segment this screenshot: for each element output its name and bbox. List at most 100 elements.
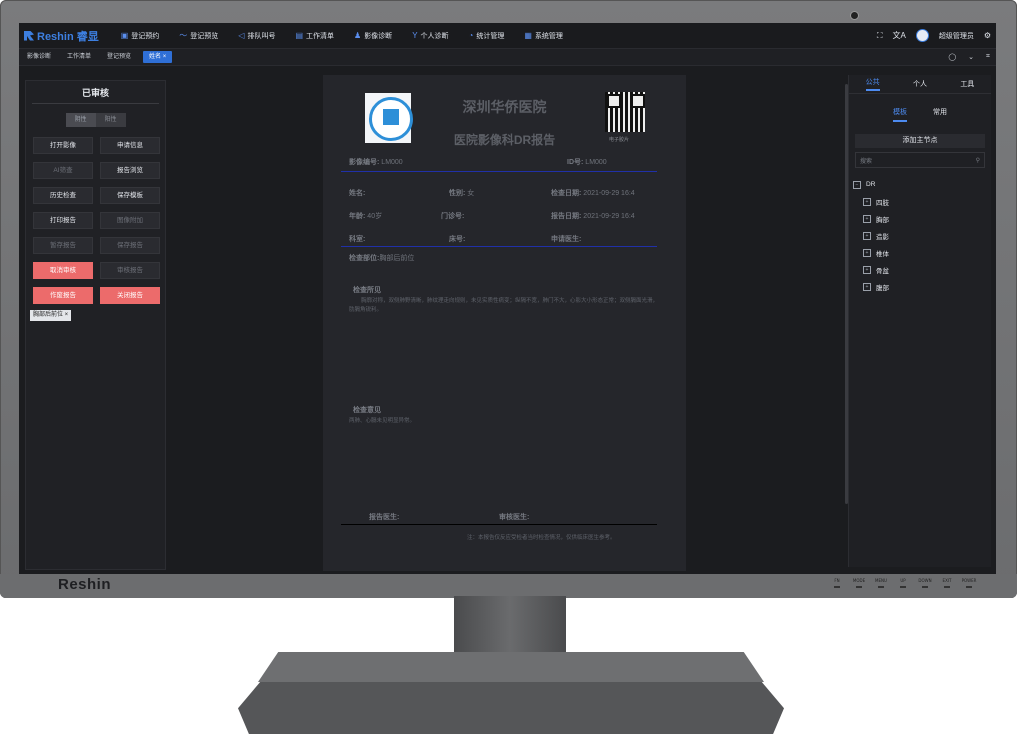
collapse-icon[interactable]: − (853, 180, 861, 189)
calendar-icon: ▣ (120, 31, 129, 40)
attach-image-button[interactable]: 图像附加 (100, 212, 160, 229)
user-name[interactable]: 超级管理员 (939, 31, 974, 41)
hw-button[interactable]: FN (826, 578, 848, 588)
tree-node-dr[interactable]: − DR (853, 176, 991, 193)
tree-node[interactable]: + 腹部 (863, 278, 991, 295)
expand-icon[interactable]: + (863, 214, 871, 223)
hw-button[interactable]: MENU (870, 578, 892, 588)
id-value: LM000 (585, 159, 607, 166)
tree-node-label: DR (866, 181, 876, 188)
header-tools: ⛶ 文A 超级管理员 ⚙ (877, 23, 991, 48)
expand-icon[interactable]: + (863, 197, 871, 206)
template-search[interactable]: 搜索 ⚲ (855, 152, 985, 168)
tree-node[interactable]: + 胸部 (863, 210, 991, 227)
tab-tools[interactable]: 工具 (960, 79, 974, 89)
nav-label: 工作清单 (306, 32, 335, 40)
search-input[interactable]: 搜索 (860, 156, 872, 165)
nav-item-stats[interactable]: ◔ 统计管理 (459, 23, 515, 48)
nav-item-diagnosis[interactable]: ♟ 影像诊断 (344, 23, 402, 48)
report-browse-button[interactable]: 报告浏览 (100, 162, 160, 179)
settings-icon: ▦ (524, 31, 532, 40)
tree-node[interactable]: + 骨盆 (863, 261, 991, 278)
save-template-button[interactable]: 保存模板 (100, 187, 160, 204)
nav-item-personal[interactable]: Y 个人诊断 (402, 23, 458, 48)
void-report-button[interactable]: 作废报告 (33, 287, 93, 304)
name-label: 姓名: (349, 190, 366, 197)
hw-button[interactable]: POWER (958, 578, 980, 588)
review-report-button[interactable]: 审核报告 (100, 262, 160, 279)
tree-node[interactable]: + 造影 (863, 227, 991, 244)
hw-button[interactable]: MODE (848, 578, 870, 588)
refresh-icon[interactable]: ◯ (948, 53, 956, 61)
nav-item-register[interactable]: ▣ 登记预约 (111, 23, 170, 48)
print-report-button[interactable]: 打印报告 (33, 212, 93, 229)
language-icon[interactable]: 文A (892, 30, 905, 41)
app-logo[interactable]: Reshin 睿显 (24, 28, 99, 44)
toggle-positive[interactable]: 阳性 (95, 113, 126, 127)
expand-icon[interactable]: ⌗ (986, 53, 990, 61)
nav-label: 统计管理 (476, 32, 505, 40)
exam-part-value: 胸部后前位 (379, 255, 415, 262)
report-date-label: 报告日期: (551, 213, 582, 220)
cancel-review-button[interactable]: 取消审核 (33, 262, 93, 279)
right-panel: 公共 个人 工具 模板 常用 添加主节点 搜索 ⚲ − DR + 四肢 + 胸部 + 造… (848, 75, 991, 567)
expand-icon[interactable]: + (863, 282, 871, 291)
report-title: 医院影像科DR报告 (453, 133, 556, 147)
nav-label: 登记预约 (131, 32, 160, 40)
tab-active-patient[interactable]: 姓名 × (143, 51, 173, 63)
hw-button[interactable]: EXIT (936, 578, 958, 588)
nav-item-queue[interactable]: ◁ 排队叫号 (228, 23, 285, 48)
request-info-button[interactable]: 申请信息 (100, 137, 160, 154)
hardware-buttons: FN MODE MENU UP DOWN EXIT POWER (826, 578, 980, 588)
opinion-text[interactable]: 两肺、心膈未见明显异常。 (349, 417, 659, 426)
check-date-value: 2021-09-29 16:4 (583, 190, 635, 197)
save-report-button[interactable]: 保存报告 (100, 237, 160, 254)
tree-node[interactable]: + 椎体 (863, 244, 991, 261)
avatar[interactable] (915, 29, 929, 42)
report-note: 注：本报告仅反应受检者当时检查情况，仅供临床医生参考。 (467, 535, 616, 541)
ai-screening-button[interactable]: AI筛查 (33, 162, 93, 179)
hw-button-label: MENU (875, 578, 887, 583)
age-label: 年龄: (349, 213, 366, 220)
hw-button-label: POWER (961, 578, 977, 583)
hw-button-label: DOWN (918, 578, 932, 583)
tab-templates[interactable]: 模板 (893, 107, 907, 122)
fullscreen-icon[interactable]: ⛶ (877, 31, 883, 41)
tab-diagnosis[interactable]: 影像诊断 (19, 49, 59, 65)
tab-public[interactable]: 公共 (865, 77, 880, 91)
findings-text[interactable]: 胸廓对称，双侧肺野清晰，肺纹理走向规则，未见实质性病变；纵隔不宽，肺门不大，心影… (349, 297, 659, 315)
history-button[interactable]: 历史检查 (33, 187, 93, 204)
tree-node-label: 四肢 (876, 199, 889, 207)
open-image-button[interactable]: 打开影像 (33, 137, 93, 154)
tree-node-label: 胸部 (876, 216, 889, 224)
toggle-negative[interactable]: 阴性 (65, 113, 96, 127)
hw-button-label: MODE (852, 578, 866, 583)
hw-button[interactable]: DOWN (914, 578, 936, 588)
expand-icon[interactable]: + (863, 248, 871, 257)
tab-preview[interactable]: 登记预览 (99, 49, 139, 65)
tab-common[interactable]: 常用 (933, 107, 947, 122)
nav-item-system[interactable]: ▦ 系统管理 (514, 23, 573, 48)
divider-line (341, 171, 657, 172)
tab-personal[interactable]: 个人 (913, 79, 927, 89)
hw-button[interactable]: UP (892, 578, 914, 588)
left-panel: 已审核 阴性 阳性 打开影像 申请信息 AI筛查 报告浏览 历史检查 保存模板 … (25, 80, 166, 570)
nav-item-worklist[interactable]: ▤ 工作清单 (285, 23, 344, 48)
template-tree: − DR + 四肢 + 胸部 + 造影 + 椎体 + 骨盆 + 腹部 (853, 176, 991, 295)
opinion-title: 检查意见 (353, 407, 381, 414)
wave-icon: 〜 (179, 31, 188, 40)
tab-worklist[interactable]: 工作清单 (59, 49, 99, 65)
draft-report-button[interactable]: 暂存报告 (33, 237, 93, 254)
expand-icon[interactable]: + (863, 265, 871, 274)
expand-icon[interactable]: + (863, 231, 871, 240)
close-report-button[interactable]: 关闭报告 (100, 287, 160, 304)
search-icon: ⚲ (975, 157, 980, 164)
body-part-chip[interactable]: 胸部后前位 × (30, 310, 72, 321)
chevron-down-icon[interactable]: ⌄ (968, 53, 974, 61)
tab-tools: ◯ ⌄ ⌗ (948, 49, 990, 65)
gear-icon[interactable]: ⚙ (984, 31, 991, 40)
speaker-icon: ◁ (238, 31, 245, 40)
nav-item-preview[interactable]: 〜登记预览 (169, 23, 228, 48)
add-root-node-button[interactable]: 添加主节点 (855, 134, 985, 148)
tree-node[interactable]: + 四肢 (863, 193, 991, 210)
